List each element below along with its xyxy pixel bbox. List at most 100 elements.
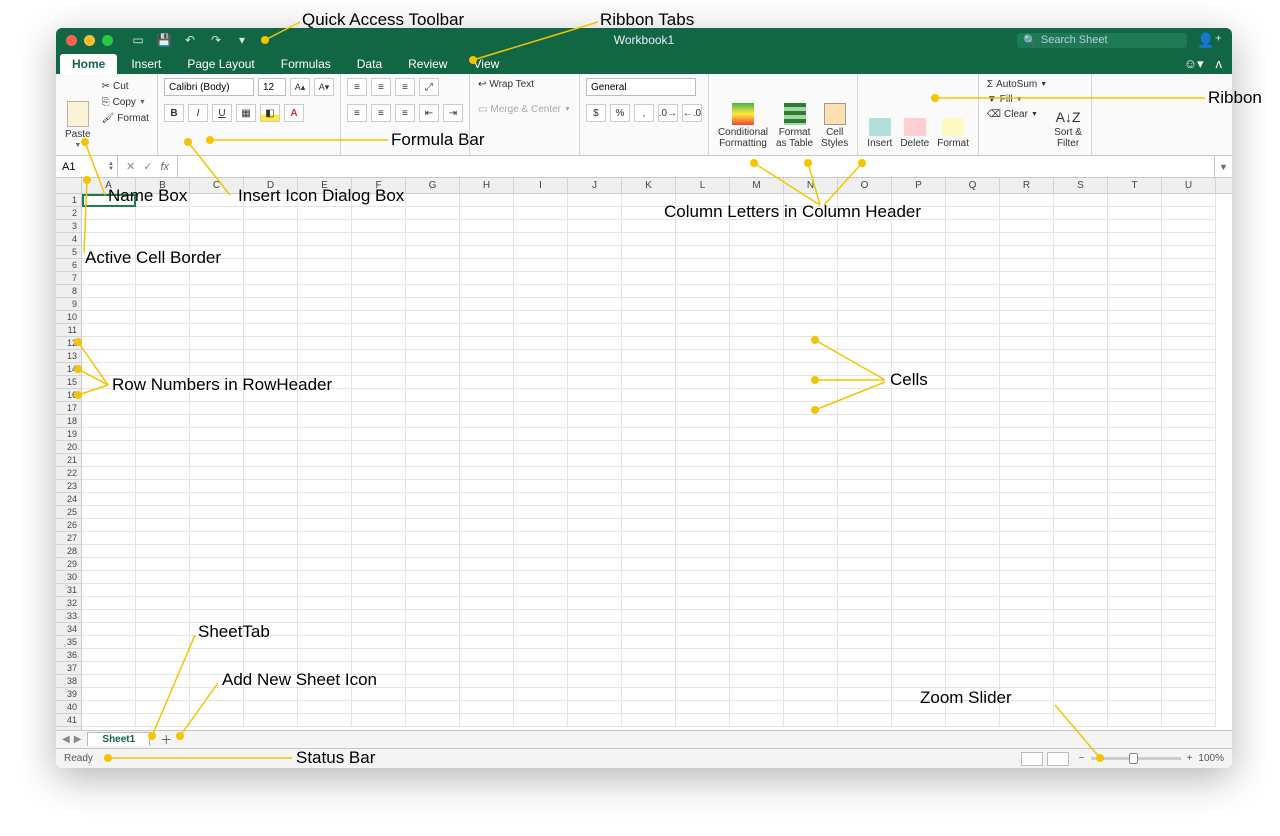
cell[interactable] xyxy=(406,480,460,493)
row-header-20[interactable]: 20 xyxy=(56,441,81,454)
cell[interactable] xyxy=(838,389,892,402)
cell[interactable] xyxy=(190,480,244,493)
cell[interactable] xyxy=(136,389,190,402)
cell[interactable] xyxy=(946,662,1000,675)
cell[interactable] xyxy=(676,701,730,714)
cell[interactable] xyxy=(136,675,190,688)
cell[interactable] xyxy=(568,233,622,246)
cell[interactable] xyxy=(406,662,460,675)
cell[interactable] xyxy=(1054,363,1108,376)
cell[interactable] xyxy=(136,662,190,675)
cell[interactable] xyxy=(460,506,514,519)
align-center-icon[interactable]: ≡ xyxy=(371,104,391,122)
cell[interactable] xyxy=(784,480,838,493)
cell[interactable] xyxy=(190,389,244,402)
cell[interactable] xyxy=(730,571,784,584)
cell[interactable] xyxy=(352,415,406,428)
cell[interactable] xyxy=(838,571,892,584)
column-header-U[interactable]: U xyxy=(1162,178,1216,193)
cell[interactable] xyxy=(136,298,190,311)
cell[interactable] xyxy=(622,207,676,220)
cell[interactable] xyxy=(352,519,406,532)
cell[interactable] xyxy=(1162,259,1216,272)
cell[interactable] xyxy=(190,194,244,207)
cell[interactable] xyxy=(946,467,1000,480)
cell[interactable] xyxy=(244,467,298,480)
cell[interactable] xyxy=(946,597,1000,610)
cell[interactable] xyxy=(352,337,406,350)
cell[interactable] xyxy=(190,519,244,532)
search-sheet[interactable]: 🔍 xyxy=(1017,33,1187,48)
cell[interactable] xyxy=(352,272,406,285)
cell[interactable] xyxy=(136,350,190,363)
cell[interactable] xyxy=(892,714,946,727)
cell[interactable] xyxy=(946,220,1000,233)
cell[interactable] xyxy=(1054,376,1108,389)
search-input[interactable] xyxy=(1041,34,1171,46)
cell[interactable] xyxy=(460,441,514,454)
cell[interactable] xyxy=(892,558,946,571)
cell[interactable] xyxy=(244,363,298,376)
share-icon[interactable]: 👤⁺ xyxy=(1197,32,1222,49)
cell[interactable] xyxy=(730,285,784,298)
cell[interactable] xyxy=(1000,545,1054,558)
cell[interactable] xyxy=(1108,467,1162,480)
cell[interactable] xyxy=(784,558,838,571)
row-header-11[interactable]: 11 xyxy=(56,324,81,337)
cell[interactable] xyxy=(82,376,136,389)
cell[interactable] xyxy=(730,207,784,220)
cell[interactable] xyxy=(1108,688,1162,701)
row-header-33[interactable]: 33 xyxy=(56,610,81,623)
cell[interactable] xyxy=(1000,701,1054,714)
column-header-D[interactable]: D xyxy=(244,178,298,193)
cell[interactable] xyxy=(136,532,190,545)
enter-formula-icon[interactable]: ✓ xyxy=(143,160,152,173)
cell[interactable] xyxy=(352,402,406,415)
cell[interactable] xyxy=(82,675,136,688)
cell[interactable] xyxy=(838,363,892,376)
underline-button[interactable]: U xyxy=(212,104,232,122)
cell[interactable] xyxy=(568,610,622,623)
cell[interactable] xyxy=(946,298,1000,311)
cell[interactable] xyxy=(568,675,622,688)
cell[interactable] xyxy=(352,662,406,675)
cell[interactable] xyxy=(82,454,136,467)
cell[interactable] xyxy=(1054,337,1108,350)
cell[interactable] xyxy=(946,480,1000,493)
cell[interactable] xyxy=(622,337,676,350)
cell[interactable] xyxy=(784,636,838,649)
font-size-select[interactable] xyxy=(258,78,286,96)
row-header-6[interactable]: 6 xyxy=(56,259,81,272)
row-header-17[interactable]: 17 xyxy=(56,402,81,415)
cell[interactable] xyxy=(946,337,1000,350)
align-bottom-icon[interactable]: ≡ xyxy=(395,78,415,96)
row-header-16[interactable]: 16 xyxy=(56,389,81,402)
cell[interactable] xyxy=(784,298,838,311)
cell[interactable] xyxy=(514,558,568,571)
cell[interactable] xyxy=(460,519,514,532)
cell[interactable] xyxy=(784,324,838,337)
cell[interactable] xyxy=(568,649,622,662)
cell[interactable] xyxy=(946,649,1000,662)
cell[interactable] xyxy=(676,493,730,506)
cell[interactable] xyxy=(946,233,1000,246)
comma-icon[interactable]: , xyxy=(634,104,654,122)
cell[interactable] xyxy=(1000,363,1054,376)
cell[interactable] xyxy=(892,584,946,597)
cell[interactable] xyxy=(244,311,298,324)
cell[interactable] xyxy=(190,220,244,233)
cell[interactable] xyxy=(514,441,568,454)
cell[interactable] xyxy=(1108,350,1162,363)
tab-home[interactable]: Home xyxy=(60,54,117,74)
column-header-S[interactable]: S xyxy=(1054,178,1108,193)
cell[interactable] xyxy=(244,246,298,259)
cell[interactable] xyxy=(1162,454,1216,467)
cell[interactable] xyxy=(1054,714,1108,727)
cell[interactable] xyxy=(244,623,298,636)
cell[interactable] xyxy=(568,220,622,233)
cell[interactable] xyxy=(730,701,784,714)
cell[interactable] xyxy=(1054,532,1108,545)
cell[interactable] xyxy=(622,467,676,480)
cell[interactable] xyxy=(1162,649,1216,662)
cell[interactable] xyxy=(1162,415,1216,428)
